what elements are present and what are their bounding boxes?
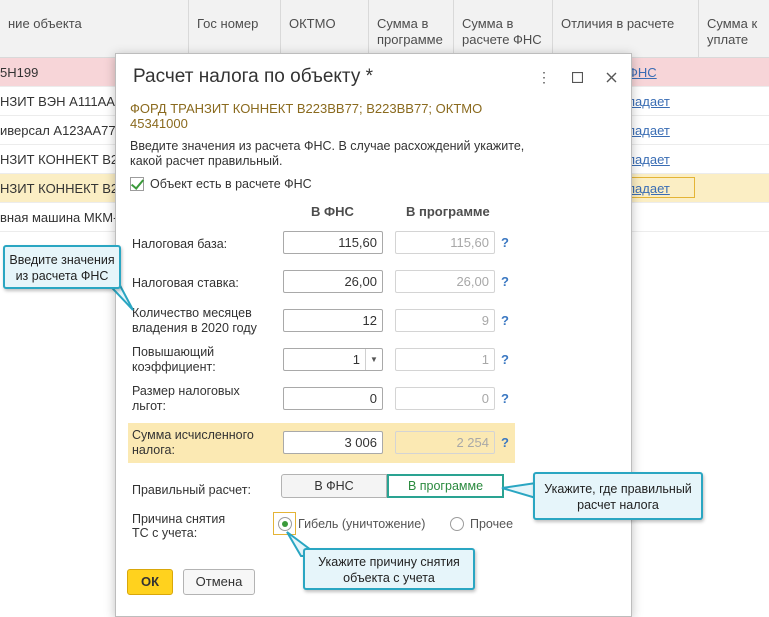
ok-button[interactable]: ОК <box>127 569 173 595</box>
row-object-name: НЗИТ ВЭН А111АА <box>0 94 115 109</box>
months-program-value: 9 <box>395 309 495 332</box>
tax-rate-label: Налоговая ставка: <box>132 276 239 290</box>
row-diff-link[interactable]: ФНС <box>628 65 657 80</box>
column-header-oktmo[interactable]: ОКТМО <box>280 0 368 57</box>
column-header-sum-program[interactable]: Сумма в программе <box>368 0 453 57</box>
column-header-sum-fns[interactable]: Сумма в расчете ФНС <box>453 0 552 57</box>
correct-calc-fns-option[interactable]: В ФНС <box>281 474 387 498</box>
in-fns-checkbox-label: Объект есть в расчете ФНС <box>150 177 312 191</box>
row-object-name: НЗИТ КОННЕКТ В2 <box>0 181 119 196</box>
cancel-button[interactable]: Отмена <box>183 569 255 595</box>
row-object-name: вная машина МКМ- <box>0 210 118 225</box>
chevron-down-icon[interactable]: ▼ <box>365 349 382 370</box>
correct-calc-program-option[interactable]: В программе <box>387 474 504 498</box>
reason-destroyed-label: Гибель (уничтожение) <box>298 517 426 531</box>
tax-calculation-dialog: Расчет налога по объекту * ⋮ ФОРД ТРАНЗИ… <box>115 53 632 617</box>
reason-destroyed-option[interactable]: Гибель (уничтожение) <box>278 517 425 531</box>
tax-rate-program-value: 26,00 <box>395 270 495 293</box>
maximize-icon[interactable] <box>571 70 583 86</box>
dialog-window-controls: ⋮ <box>537 69 617 86</box>
callout-fns-values: Введите значения из расчета ФНС <box>3 245 121 289</box>
more-menu-icon[interactable]: ⋮ <box>537 69 551 86</box>
reason-other-option[interactable]: Прочее <box>450 517 513 531</box>
coefficient-fns-value: 1 <box>352 352 360 367</box>
in-fns-checkbox-row[interactable]: Объект есть в расчете ФНС <box>130 177 312 191</box>
coefficient-label: Повышающий коэффициент: <box>132 345 216 374</box>
row-diff-link[interactable]: падает <box>628 152 670 167</box>
close-icon[interactable] <box>605 70 617 86</box>
column-header-pay[interactable]: Сумма к уплате <box>698 0 769 57</box>
removal-reason-label: Причина снятия ТС с учета: <box>132 512 242 540</box>
benefits-help-icon[interactable]: ? <box>501 391 509 406</box>
callout-reason-text: Укажите причину снятия объекта с учета <box>318 555 460 585</box>
removal-reason-label-text: Причина снятия ТС с учета: <box>132 512 226 540</box>
reason-destroyed-radio[interactable] <box>278 517 292 531</box>
computed-tax-fns-input[interactable]: 3 006 <box>283 431 383 454</box>
tax-base-help-icon[interactable]: ? <box>501 235 509 250</box>
column-header-plate[interactable]: Гос номер <box>188 0 280 57</box>
column-fns-header: В ФНС <box>311 204 354 219</box>
months-help-icon[interactable]: ? <box>501 313 509 328</box>
intro-text: Введите значения из расчета ФНС. В случа… <box>130 139 525 168</box>
row-object-name: 5Н199 <box>0 65 39 80</box>
column-header-diff[interactable]: Отличия в расчете <box>552 0 698 57</box>
row-object-name: иверсал А123АА77 <box>0 123 116 138</box>
tax-rate-help-icon[interactable]: ? <box>501 274 509 289</box>
row-object-name: НЗИТ КОННЕКТ В2 <box>0 152 119 167</box>
column-header-name[interactable]: ние объекта <box>0 0 189 57</box>
tax-rate-fns-input[interactable]: 26,00 <box>283 270 383 293</box>
dialog-title: Расчет налога по объекту * <box>133 66 374 87</box>
coefficient-fns-select[interactable]: 1 ▼ <box>283 348 383 371</box>
tax-base-fns-input[interactable]: 115,60 <box>283 231 383 254</box>
reason-other-label: Прочее <box>470 517 514 531</box>
coefficient-help-icon[interactable]: ? <box>501 352 509 367</box>
column-program-header: В программе <box>406 204 490 219</box>
benefits-fns-input[interactable]: 0 <box>283 387 383 410</box>
computed-tax-program-value: 2 254 <box>395 431 495 454</box>
months-label: Количество месяцев владения в 2020 году <box>132 306 257 335</box>
months-fns-input[interactable]: 12 <box>283 309 383 332</box>
callout-reason: Укажите причину снятия объекта с учета <box>303 548 475 590</box>
row-diff-link[interactable]: падает <box>628 94 670 109</box>
in-fns-checkbox[interactable] <box>130 177 144 191</box>
benefits-label: Размер налоговых льгот: <box>132 384 240 413</box>
row-diff-link[interactable]: падает <box>628 123 670 138</box>
callout-fns-values-text: Введите значения из расчета ФНС <box>9 253 115 283</box>
object-name: ФОРД ТРАНЗИТ КОННЕКТ В223ВВ77; В223ВВ77;… <box>130 101 483 131</box>
tax-base-program-value: 115,60 <box>395 231 495 254</box>
callout-correct-calc: Укажите, где правильный расчет налога <box>533 472 703 520</box>
correct-calc-label: Правильный расчет: <box>132 483 251 497</box>
reason-other-radio[interactable] <box>450 517 464 531</box>
benefits-program-value: 0 <box>395 387 495 410</box>
row-diff-link[interactable]: падает <box>628 181 670 196</box>
callout-correct-calc-text: Укажите, где правильный расчет налога <box>544 482 692 512</box>
tax-base-label: Налоговая база: <box>132 237 228 251</box>
coefficient-program-value: 1 <box>395 348 495 371</box>
computed-tax-help-icon[interactable]: ? <box>501 435 509 450</box>
table-header: ние объекта Гос номер ОКТМО Сумма в прог… <box>0 0 769 58</box>
computed-tax-label: Сумма исчисленного налога: <box>132 428 254 457</box>
